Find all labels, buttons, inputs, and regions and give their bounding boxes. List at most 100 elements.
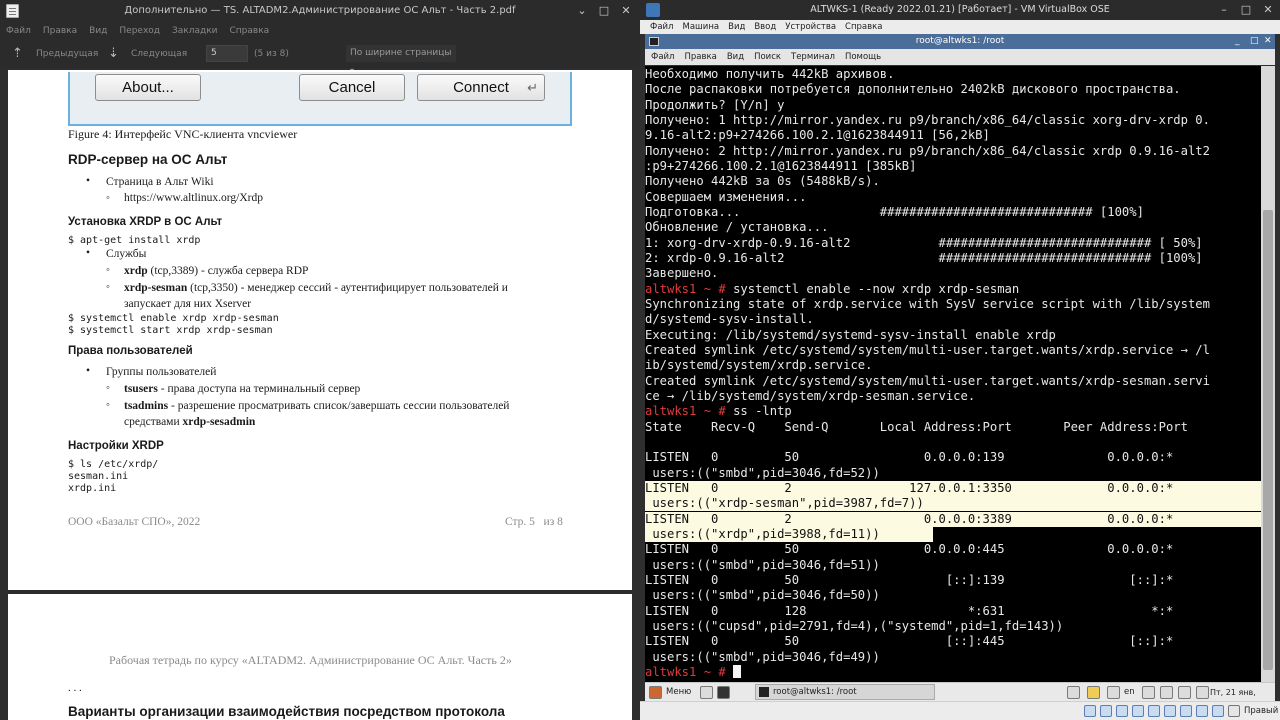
list-item: xrdp (tcp,3389) - служба сервера RDP bbox=[124, 265, 308, 277]
vbox-menu-help[interactable]: Справка bbox=[845, 20, 882, 34]
document-app-icon bbox=[6, 4, 19, 18]
term-menu-search[interactable]: Поиск bbox=[754, 49, 781, 65]
terminal-line: LISTEN 0 128 *:631 *:* bbox=[645, 604, 1261, 619]
arrow-down-icon[interactable]: ⇣ bbox=[108, 40, 119, 68]
host-key-label: Правый Ctrl bbox=[1244, 706, 1280, 716]
cpu-icon[interactable] bbox=[1212, 705, 1224, 717]
term-menu-file[interactable]: Файл bbox=[651, 49, 674, 65]
terminal-line: После распаковки потребуется дополнитель… bbox=[645, 82, 1261, 97]
tray-icon[interactable] bbox=[1087, 686, 1100, 699]
vbox-menu-machine[interactable]: Машина bbox=[682, 20, 719, 34]
page-header: Рабочая тетрадь по курсу «ALTADM2. Админ… bbox=[109, 653, 512, 667]
usb-icon[interactable] bbox=[1148, 705, 1160, 717]
terminal-text: Продолжить? [Y/n] y bbox=[645, 97, 785, 112]
terminal-launcher-icon[interactable] bbox=[717, 686, 730, 699]
volume-icon[interactable] bbox=[1196, 686, 1209, 699]
close-icon[interactable]: ✕ bbox=[1264, 34, 1272, 49]
terminal-line: users:(("cupsd",pid=2791,fd=4),("systemd… bbox=[645, 619, 1261, 634]
terminal-output[interactable]: Необходимо получить 442kB архивов. После … bbox=[645, 66, 1261, 682]
code-line: sesman.ini bbox=[68, 471, 129, 482]
network-icon[interactable] bbox=[1132, 705, 1144, 717]
page-number-input[interactable]: 5 bbox=[206, 45, 248, 62]
terminal-line: LISTEN 0 50 [::]:445 [::]:* bbox=[645, 634, 1261, 649]
close-icon[interactable]: ✕ bbox=[618, 3, 634, 19]
zoom-select[interactable]: По ширине страницы ▾ bbox=[346, 45, 456, 75]
hard-disk-icon[interactable] bbox=[1084, 705, 1096, 717]
maximize-icon[interactable]: □ bbox=[1250, 34, 1259, 49]
terminal-text: users:(("smbd",pid=3046,fd=49)) bbox=[645, 649, 880, 664]
terminal-line: altwks1 ~ # systemctl enable --now xrdp … bbox=[645, 282, 1261, 297]
tray-icon[interactable] bbox=[1160, 686, 1173, 699]
minimize-icon[interactable]: _ bbox=[1235, 34, 1240, 49]
subsection-heading: Права пользователей bbox=[68, 345, 193, 357]
tray-icon[interactable] bbox=[1067, 686, 1080, 699]
shared-folders-icon[interactable] bbox=[1164, 705, 1176, 717]
vbox-menu-view[interactable]: Вид bbox=[728, 20, 745, 34]
start-menu-label[interactable]: Меню bbox=[666, 683, 691, 702]
terminal-line: ce → /lib/systemd/system/xrdp-sesman.ser… bbox=[645, 389, 1261, 404]
menu-edit[interactable]: Правка bbox=[43, 22, 77, 40]
terminal-text: Executing: /lib/systemd/systemd-sysv-ins… bbox=[645, 327, 1056, 342]
wiki-link[interactable]: https://www.altlinux.org/Xrdp bbox=[124, 192, 263, 204]
bullet-icon: • bbox=[86, 247, 91, 259]
terminal-text: ss -lntp bbox=[733, 404, 792, 419]
menu-help[interactable]: Справка bbox=[230, 22, 270, 40]
recording-icon[interactable] bbox=[1196, 705, 1208, 717]
vbox-menu-file[interactable]: Файл bbox=[650, 20, 673, 34]
terminal-text: ib/systemd/system/xrdp.service. bbox=[645, 358, 873, 373]
start-menu-icon[interactable] bbox=[649, 686, 662, 699]
minimize-icon[interactable]: ⌄ bbox=[574, 3, 590, 19]
next-page-button[interactable]: Следующая bbox=[131, 40, 187, 68]
circle-bullet-icon: ◦ bbox=[106, 399, 110, 411]
group-name: tsusers bbox=[124, 383, 158, 395]
vbox-menu-bar: Файл Машина Вид Ввод Устройства Справка bbox=[640, 20, 1280, 34]
tray-icon[interactable] bbox=[1142, 686, 1155, 699]
terminal-line: LISTEN 0 2 0.0.0.0:3389 0.0.0.0:* bbox=[645, 511, 1261, 527]
maximize-icon[interactable]: □ bbox=[596, 3, 612, 19]
menu-bookmarks[interactable]: Закладки bbox=[172, 22, 218, 40]
terminal-text: users:(("smbd",pid=3046,fd=52)) bbox=[645, 465, 880, 480]
tool-name: xrdp-sesadmin bbox=[182, 416, 256, 428]
terminal-text: State Recv-Q Send-Q Local Address:Port P… bbox=[645, 419, 1188, 434]
arrow-up-icon[interactable]: ⇡ bbox=[12, 40, 23, 68]
optical-drive-icon[interactable] bbox=[1100, 705, 1112, 717]
terminal-line: altwks1 ~ # ss -lntp bbox=[645, 404, 1261, 419]
menu-file[interactable]: Файл bbox=[6, 22, 31, 40]
terminal-line: ib/systemd/system/xrdp.service. bbox=[645, 358, 1261, 373]
vbox-title-bar: ALTWKS-1 (Ready 2022.01.21) [Работает] -… bbox=[640, 0, 1280, 20]
audio-icon[interactable] bbox=[1116, 705, 1128, 717]
pdf-window-title: Дополнительно — TS. ALTADM2.Администриро… bbox=[124, 5, 516, 16]
list-item: tsusers - права доступа на терминальный … bbox=[124, 383, 360, 395]
file-manager-icon[interactable] bbox=[700, 686, 713, 699]
host-key-icon bbox=[1228, 705, 1240, 717]
shell-prompt: altwks1 ~ # bbox=[645, 664, 734, 679]
pdf-title-bar: Дополнительно — TS. ALTADM2.Администриро… bbox=[0, 0, 640, 22]
taskbar-task-terminal[interactable]: root@altwks1: /root bbox=[755, 684, 935, 700]
network-icon[interactable] bbox=[1178, 686, 1191, 699]
term-menu-view[interactable]: Вид bbox=[727, 49, 744, 65]
tray-icon[interactable] bbox=[1107, 686, 1120, 699]
connect-label: Connect bbox=[453, 79, 509, 96]
display-icon[interactable] bbox=[1180, 705, 1192, 717]
terminal-line: Необходимо получить 442kB архивов. bbox=[645, 67, 1261, 82]
menu-view[interactable]: Вид bbox=[89, 22, 107, 40]
term-menu-help[interactable]: Помощь bbox=[845, 49, 881, 65]
maximize-icon[interactable]: □ bbox=[1238, 2, 1254, 18]
close-icon[interactable]: ✕ bbox=[1260, 2, 1276, 18]
scrollbar-thumb[interactable] bbox=[1263, 210, 1273, 670]
term-menu-terminal[interactable]: Терминал bbox=[791, 49, 835, 65]
prev-page-button[interactable]: Предыдущая bbox=[36, 40, 98, 68]
vbox-window-title: ALTWKS-1 (Ready 2022.01.21) [Работает] -… bbox=[810, 4, 1110, 15]
vbox-menu-input[interactable]: Ввод bbox=[754, 20, 776, 34]
section-heading: RDP-сервер на ОС Альт bbox=[68, 152, 228, 167]
terminal-text: Получено 442kB за 0s (5488kB/s). bbox=[645, 174, 880, 189]
term-menu-edit[interactable]: Правка bbox=[684, 49, 716, 65]
keyboard-layout[interactable]: en bbox=[1124, 683, 1135, 702]
code-line: $ systemctl start xrdp xrdp-sesman bbox=[68, 325, 273, 336]
subsection-heading: Установка XRDP в ОС Альт bbox=[68, 216, 223, 228]
cancel-button-image: Cancel bbox=[299, 74, 405, 101]
minimize-icon[interactable]: – bbox=[1216, 2, 1232, 18]
vbox-menu-devices[interactable]: Устройства bbox=[785, 20, 836, 34]
terminal-text: Подготовка... ##########################… bbox=[645, 204, 1144, 219]
menu-go[interactable]: Переход bbox=[119, 22, 160, 40]
